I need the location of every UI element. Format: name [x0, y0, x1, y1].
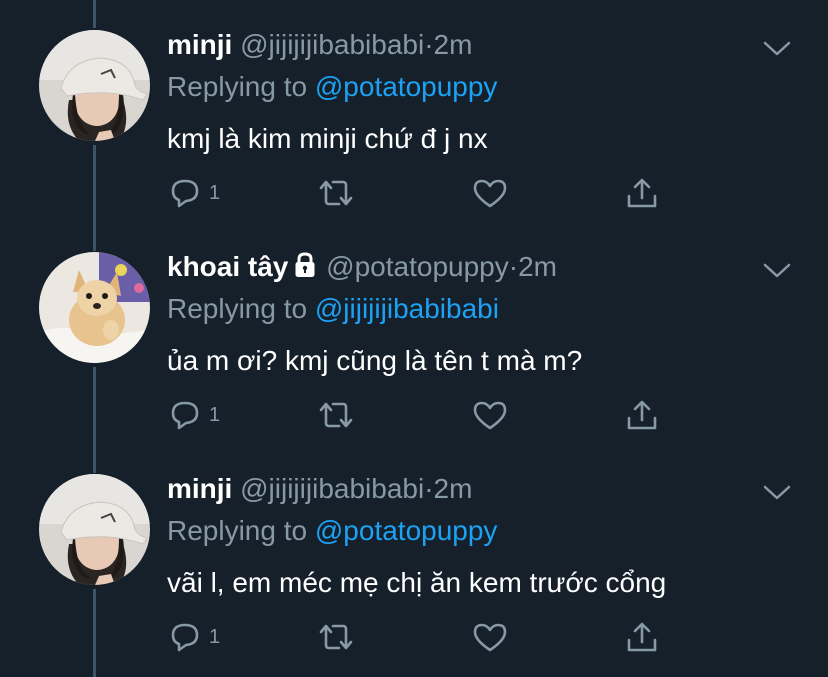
tweet-actions: 1: [167, 176, 667, 210]
reply-button[interactable]: 1: [167, 176, 220, 210]
share-icon: [627, 622, 657, 652]
chevron-down-icon[interactable]: [762, 482, 792, 502]
retweet-button[interactable]: [317, 398, 355, 432]
reply-icon: [171, 179, 199, 208]
replying-to-handle[interactable]: @jijijijibabibabi: [315, 293, 499, 324]
timestamp[interactable]: 2m: [518, 251, 557, 282]
tweet-text: ủa m ơi? kmj cũng là tên t mà m?: [167, 345, 583, 376]
tweet-header: minji @jijijijibabibabi·2m: [167, 470, 472, 508]
share-button[interactable]: [625, 398, 659, 432]
like-icon: [473, 623, 507, 652]
separator-dot: ·: [508, 251, 519, 282]
timestamp[interactable]: 2m: [434, 473, 473, 504]
username[interactable]: @potatopuppy: [326, 251, 509, 282]
tweet-actions: 1: [167, 620, 667, 654]
tweet-text: vãi l, em méc mẹ chị ăn kem trước cổng: [167, 567, 667, 598]
share-button[interactable]: [625, 176, 659, 210]
username[interactable]: @jijijijibabibabi: [240, 29, 424, 60]
like-button[interactable]: [472, 398, 508, 432]
timestamp[interactable]: 2m: [434, 29, 473, 60]
replying-to-label: Replying to: [167, 71, 308, 102]
display-name[interactable]: khoai tây: [167, 251, 288, 282]
tweet-text: kmj là kim minji chứ đ j nx: [167, 123, 488, 154]
separator-dot: ·: [424, 473, 434, 504]
share-button[interactable]: [625, 620, 659, 654]
retweet-icon: [319, 180, 353, 206]
display-name[interactable]: minji: [167, 29, 232, 60]
display-name[interactable]: minji: [167, 473, 232, 504]
replying-to: Replying to @potatopuppy: [167, 512, 497, 550]
tweet[interactable]: minji @jijijijibabibabi·2m Replying to @…: [0, 444, 828, 666]
replying-to: Replying to @jijijijibabibabi: [167, 290, 499, 328]
replying-to: Replying to @potatopuppy: [167, 68, 497, 106]
chevron-down-icon[interactable]: [762, 260, 792, 280]
like-icon: [473, 401, 507, 430]
tweet[interactable]: minji @jijijijibabibabi·2m Replying to @…: [0, 0, 828, 222]
reply-icon: [171, 623, 199, 652]
tweet[interactable]: khoai tây @potatopuppy·2m Replying to @j…: [0, 222, 828, 444]
reply-button[interactable]: 1: [167, 620, 220, 654]
avatar-minji[interactable]: [39, 474, 150, 585]
tweet-header: khoai tây @potatopuppy·2m: [167, 248, 557, 286]
share-icon: [627, 400, 657, 430]
replying-to-handle[interactable]: @potatopuppy: [315, 71, 498, 102]
like-button[interactable]: [472, 176, 508, 210]
lock-icon: [295, 252, 315, 277]
avatar-minji[interactable]: [39, 30, 150, 141]
replying-to-label: Replying to: [167, 515, 308, 546]
retweet-icon: [319, 624, 353, 650]
share-icon: [627, 178, 657, 208]
reply-count: 1: [209, 403, 221, 426]
like-button[interactable]: [472, 620, 508, 654]
replying-to-label: Replying to: [167, 293, 308, 324]
chevron-down-icon[interactable]: [762, 38, 792, 58]
tweet-actions: 1: [167, 398, 667, 432]
like-icon: [473, 179, 507, 208]
username[interactable]: @jijijijibabibabi: [240, 473, 424, 504]
retweet-icon: [319, 402, 353, 428]
reply-count: 1: [209, 181, 221, 204]
replying-to-handle[interactable]: @potatopuppy: [315, 515, 498, 546]
reply-icon: [171, 401, 199, 430]
reply-button[interactable]: 1: [167, 398, 220, 432]
tweet-header: minji @jijijijibabibabi·2m: [167, 26, 472, 64]
separator-dot: ·: [424, 29, 434, 60]
retweet-button[interactable]: [317, 176, 355, 210]
reply-count: 1: [209, 625, 221, 648]
avatar-khoai-tay[interactable]: [39, 252, 150, 363]
retweet-button[interactable]: [317, 620, 355, 654]
